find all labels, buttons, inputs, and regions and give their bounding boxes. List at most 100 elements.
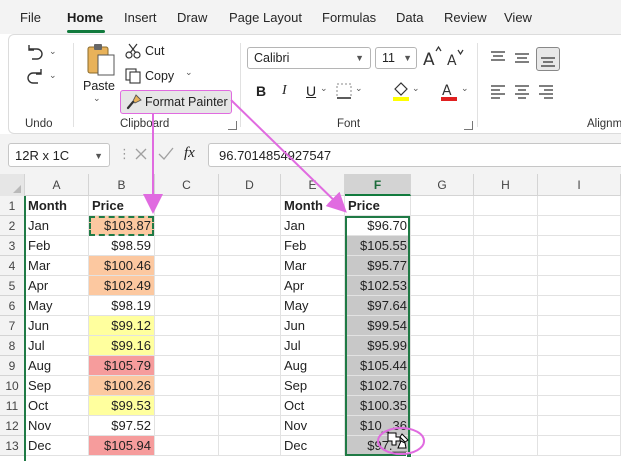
name-box[interactable]: 12R x 1C ▼: [8, 143, 110, 167]
cell[interactable]: [219, 396, 281, 416]
cell[interactable]: [155, 216, 219, 236]
month-cell[interactable]: Sep: [25, 376, 89, 396]
increase-font-icon[interactable]: A: [422, 45, 442, 70]
row-header-4[interactable]: 4: [0, 256, 25, 276]
cell[interactable]: [538, 396, 621, 416]
month-cell[interactable]: Jul: [281, 336, 345, 356]
tab-review[interactable]: Review: [444, 10, 487, 25]
cell[interactable]: [538, 336, 621, 356]
cell[interactable]: [474, 216, 538, 236]
decrease-font-icon[interactable]: A: [446, 47, 466, 69]
cell[interactable]: [474, 336, 538, 356]
row-header-1[interactable]: 1: [0, 196, 25, 216]
tab-home[interactable]: Home: [67, 10, 103, 25]
month-cell[interactable]: Dec: [281, 436, 345, 456]
copy-button[interactable]: Copy: [145, 69, 174, 83]
insert-function-button[interactable]: fx: [184, 145, 195, 162]
cell[interactable]: [219, 336, 281, 356]
cell[interactable]: [474, 376, 538, 396]
align-right-icon[interactable]: [537, 83, 555, 101]
month-cell[interactable]: Jun: [281, 316, 345, 336]
column-header-c[interactable]: C: [155, 174, 219, 196]
cell[interactable]: [155, 356, 219, 376]
month-cell[interactable]: Mar: [25, 256, 89, 276]
tab-data[interactable]: Data: [396, 10, 423, 25]
cell[interactable]: [538, 276, 621, 296]
month-cell[interactable]: Feb: [25, 236, 89, 256]
column-header-h[interactable]: H: [474, 174, 538, 196]
tab-draw[interactable]: Draw: [177, 10, 207, 25]
cell[interactable]: [219, 236, 281, 256]
align-left-icon[interactable]: [489, 83, 507, 101]
column-header-b[interactable]: B: [89, 174, 155, 196]
price-cell[interactable]: $100.46: [89, 256, 155, 276]
redo-icon[interactable]: [23, 67, 47, 87]
column-header-e[interactable]: E: [281, 174, 345, 196]
row-header-7[interactable]: 7: [0, 316, 25, 336]
cell[interactable]: [155, 336, 219, 356]
cell[interactable]: [538, 316, 621, 336]
month-cell[interactable]: Oct: [281, 396, 345, 416]
cell[interactable]: [411, 376, 474, 396]
cell[interactable]: [411, 296, 474, 316]
enter-icon[interactable]: [158, 147, 174, 161]
cell[interactable]: [411, 336, 474, 356]
tab-formulas[interactable]: Formulas: [322, 10, 376, 25]
cell[interactable]: [155, 436, 219, 456]
row-header-12[interactable]: 12: [0, 416, 25, 436]
column-header-d[interactable]: D: [219, 174, 281, 196]
row-header-11[interactable]: 11: [0, 396, 25, 416]
cell[interactable]: [411, 276, 474, 296]
cut-button[interactable]: Cut: [145, 44, 164, 58]
month-cell[interactable]: Jan: [281, 216, 345, 236]
month-cell[interactable]: Jun: [25, 316, 89, 336]
formula-input[interactable]: 96.7014854927547: [208, 143, 621, 167]
column-header-a[interactable]: A: [25, 174, 89, 196]
cell[interactable]: [474, 196, 538, 216]
row-header-10[interactable]: 10: [0, 376, 25, 396]
clipboard-dialog-launcher[interactable]: [228, 121, 237, 130]
price-cell[interactable]: $100.26: [89, 376, 155, 396]
row-header-2[interactable]: 2: [0, 216, 25, 236]
cell[interactable]: [538, 256, 621, 276]
column-header-f[interactable]: F: [345, 174, 411, 196]
cell[interactable]: [474, 256, 538, 276]
cell[interactable]: [411, 236, 474, 256]
month-cell[interactable]: Nov: [25, 416, 89, 436]
month-cell[interactable]: Apr: [281, 276, 345, 296]
fill-color-dropdown-chevron[interactable]: ⌄: [412, 83, 420, 94]
cell[interactable]: [219, 376, 281, 396]
fill-handle[interactable]: [406, 452, 412, 458]
copy-icon[interactable]: [125, 68, 141, 84]
font-color-icon[interactable]: A: [439, 80, 459, 102]
select-all-button[interactable]: [0, 174, 25, 196]
cell[interactable]: [474, 356, 538, 376]
formula-bar-grip[interactable]: ⋮: [118, 146, 132, 162]
month-cell[interactable]: Dec: [25, 436, 89, 456]
align-bottom-button[interactable]: [536, 47, 560, 71]
month-cell[interactable]: Oct: [25, 396, 89, 416]
cell[interactable]: [474, 276, 538, 296]
font-dialog-launcher[interactable]: [464, 121, 473, 130]
price-cell[interactable]: $97.52: [89, 416, 155, 436]
price-cell[interactable]: $105.94: [89, 436, 155, 456]
cell[interactable]: [411, 216, 474, 236]
cell[interactable]: [155, 256, 219, 276]
row-header-5[interactable]: 5: [0, 276, 25, 296]
row-header-3[interactable]: 3: [0, 236, 25, 256]
cell[interactable]: [538, 216, 621, 236]
tab-file[interactable]: File: [20, 10, 41, 25]
underline-button[interactable]: U: [306, 83, 316, 99]
cell[interactable]: [474, 296, 538, 316]
cell[interactable]: [411, 356, 474, 376]
month-cell[interactable]: Apr: [25, 276, 89, 296]
cell[interactable]: [155, 236, 219, 256]
cell[interactable]: [538, 236, 621, 256]
month-cell[interactable]: Sep: [281, 376, 345, 396]
cell[interactable]: [155, 276, 219, 296]
header-cell-price[interactable]: Price: [345, 196, 411, 216]
underline-dropdown-chevron[interactable]: ⌄: [320, 83, 328, 94]
cell[interactable]: [538, 436, 621, 456]
cell[interactable]: [155, 316, 219, 336]
cell[interactable]: [474, 236, 538, 256]
